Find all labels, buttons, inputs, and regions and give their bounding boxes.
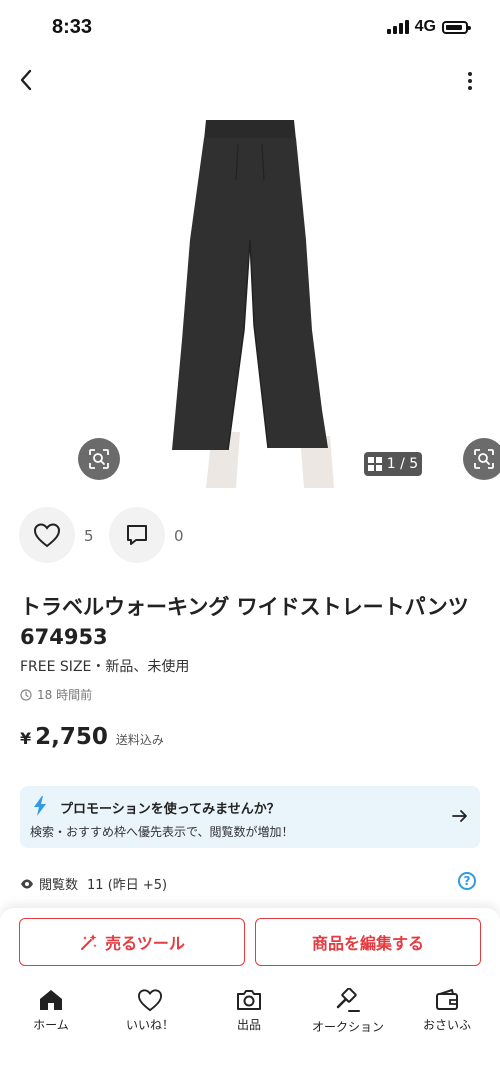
- battery-icon: [442, 20, 471, 34]
- arrow-right-icon: [452, 810, 467, 822]
- tab-likes[interactable]: いいね！: [105, 988, 195, 1033]
- tab-sell[interactable]: 出品: [204, 988, 294, 1033]
- price-value: 2,750: [35, 724, 108, 750]
- like-button[interactable]: [19, 507, 75, 563]
- scan-search-icon: [474, 449, 494, 469]
- tab-likes-label: いいね！: [125, 1018, 174, 1032]
- like-count: 5: [84, 527, 94, 545]
- wallet-icon: [436, 989, 458, 1010]
- image-zoom-button-next[interactable]: [463, 438, 500, 480]
- product-title: トラベルウォーキング ワイドストレートパンツ 674953: [20, 595, 490, 649]
- views-stat: 閲覧数 11 (昨日 +5): [20, 874, 167, 893]
- tab-wallet-label: おさいふ: [422, 1018, 471, 1032]
- tab-auction[interactable]: オークション: [303, 988, 393, 1035]
- back-button[interactable]: [10, 62, 42, 98]
- sell-tool-button[interactable]: 売るツール: [19, 918, 245, 966]
- price: ¥ 2,750 送料込み: [20, 724, 164, 750]
- sell-tool-label: 売るツール: [105, 934, 185, 953]
- promotion-banner[interactable]: プロモーションを使ってみませんか？ 検索・おすすめ枠へ優先表示で、閲覧数が増加！: [20, 786, 480, 848]
- tab-auction-label: オークション: [311, 1020, 384, 1034]
- chevron-left-icon: [20, 69, 32, 91]
- tab-home[interactable]: ホーム: [6, 988, 96, 1033]
- price-currency: ¥: [20, 729, 32, 748]
- tab-home-label: ホーム: [33, 1018, 69, 1032]
- lightning-icon: [34, 796, 46, 816]
- image-counter: 1 / 5: [364, 452, 422, 476]
- image-counter-text: 1 / 5: [386, 456, 419, 472]
- scan-search-icon: [89, 449, 109, 469]
- pants-photo: [172, 120, 334, 488]
- eye-icon: [21, 879, 33, 888]
- grid-icon: [367, 457, 382, 471]
- posted-time-text: 18 時間前: [37, 688, 93, 702]
- magic-wand-icon: [81, 934, 97, 950]
- status-indicators: 4G: [386, 18, 471, 36]
- product-condition: FREE SIZE・新品、未使用: [20, 659, 190, 675]
- bottom-action-bar: 売るツール 商品を編集する ホーム いいね！ 出品 オークション おさいふ: [0, 908, 500, 1080]
- heart-icon: [137, 989, 163, 1012]
- edit-item-button[interactable]: 商品を編集する: [255, 918, 481, 966]
- image-zoom-button[interactable]: [78, 438, 120, 480]
- status-time: 8:33: [52, 16, 93, 38]
- comment-count: 0: [174, 527, 184, 545]
- comment-button[interactable]: [109, 507, 165, 563]
- shipping-note: 送料込み: [115, 733, 164, 747]
- network-label: 4G: [414, 18, 436, 35]
- promotion-title: プロモーションを使ってみませんか？: [60, 802, 280, 817]
- gavel-icon: [336, 988, 360, 1012]
- help-icon[interactable]: ?: [458, 872, 476, 890]
- posted-time: 18 時間前: [20, 686, 92, 703]
- heart-icon: [33, 523, 61, 548]
- camera-icon: [237, 990, 261, 1010]
- tab-sell-label: 出品: [236, 1018, 261, 1032]
- clock-icon: [20, 688, 32, 701]
- more-options-button[interactable]: [462, 66, 478, 96]
- views-value: 11 (昨日 +5): [87, 878, 168, 893]
- comment-icon: [127, 525, 147, 545]
- edit-item-label: 商品を編集する: [311, 934, 424, 953]
- tab-wallet[interactable]: おさいふ: [402, 988, 492, 1033]
- promotion-description: 検索・おすすめ枠へ優先表示で、閲覧数が増加！: [30, 825, 294, 839]
- views-label: 閲覧数: [39, 878, 79, 893]
- product-image[interactable]: [0, 110, 500, 488]
- home-icon: [40, 990, 62, 1010]
- signal-icon: [386, 20, 409, 34]
